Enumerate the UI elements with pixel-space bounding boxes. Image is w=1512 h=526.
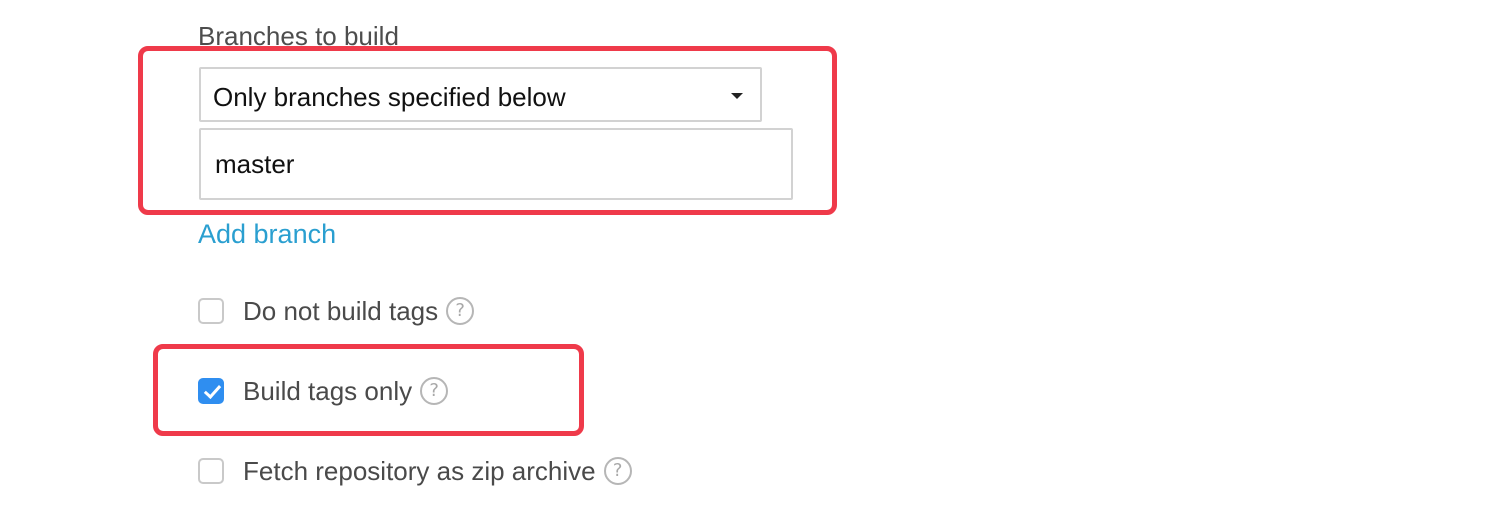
build-tags-only-label[interactable]: Build tags only [243, 375, 412, 407]
build-tags-only-checkbox[interactable] [198, 378, 224, 404]
branches-to-build-label: Branches to build [198, 21, 399, 51]
option-do-not-build-tags: Do not build tags ? [198, 295, 475, 327]
question-mark-icon[interactable]: ? [603, 457, 632, 485]
question-mark-icon[interactable]: ? [420, 377, 449, 405]
branch-filter-selected-value: Only branches specified below [213, 82, 566, 112]
do-not-build-tags-checkbox[interactable] [198, 298, 224, 324]
do-not-build-tags-label[interactable]: Do not build tags [243, 295, 438, 327]
option-build-tags-only: Build tags only ? [198, 375, 449, 407]
caret-down-icon [731, 93, 743, 99]
fetch-zip-archive-checkbox[interactable] [198, 458, 224, 484]
question-mark-icon[interactable]: ? [446, 297, 475, 325]
fetch-zip-archive-label[interactable]: Fetch repository as zip archive [243, 455, 596, 487]
branch-name-input[interactable] [199, 128, 793, 200]
option-fetch-zip-archive: Fetch repository as zip archive ? [198, 455, 632, 487]
add-branch-link[interactable]: Add branch [198, 218, 336, 250]
branch-filter-select[interactable]: Only branches specified below [199, 67, 762, 122]
